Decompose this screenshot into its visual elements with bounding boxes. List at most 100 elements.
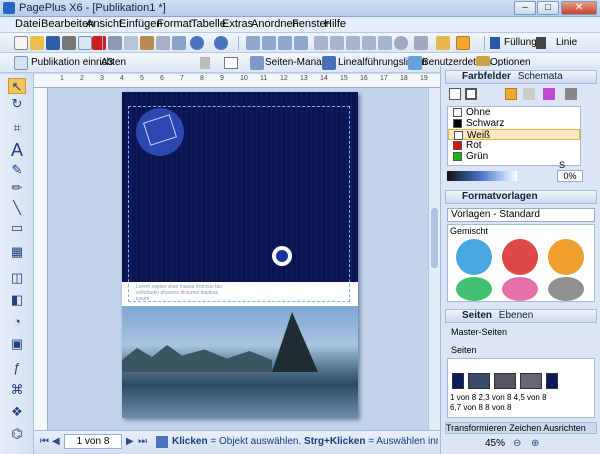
swatch-row[interactable]: Ohne — [448, 107, 580, 118]
line-tool-icon[interactable]: ╲ — [8, 200, 26, 216]
format-painter-icon[interactable] — [156, 36, 170, 50]
gear-style-green[interactable] — [456, 277, 492, 301]
pattern-icon[interactable] — [565, 88, 577, 100]
fill-icon[interactable] — [490, 37, 500, 49]
gear-style-orange[interactable] — [548, 239, 584, 275]
paste-icon[interactable] — [140, 36, 154, 50]
connector-tool-icon[interactable]: ◫ — [8, 270, 26, 286]
landscape-icon[interactable] — [200, 57, 210, 69]
back-one-icon[interactable] — [294, 36, 308, 50]
formula-tool-icon[interactable]: ƒ — [8, 360, 26, 376]
table-tool-icon[interactable]: ▦ — [8, 244, 26, 260]
color-mode-icon[interactable] — [505, 88, 517, 100]
rotate-tool-icon[interactable]: ↻ — [8, 96, 26, 112]
first-page-button[interactable]: ⏮ — [40, 436, 49, 447]
snap-icon[interactable] — [456, 36, 470, 50]
align-top-icon[interactable] — [362, 36, 376, 50]
tab-swatches[interactable]: Farbfelder — [462, 71, 511, 82]
gear-style-gray[interactable] — [548, 277, 584, 301]
user-details-icon[interactable] — [408, 56, 422, 70]
ruler-guides-icon[interactable] — [322, 56, 336, 70]
gear-style-red[interactable] — [502, 239, 538, 275]
line-swatch-icon[interactable] — [465, 88, 477, 100]
master-pages-label[interactable]: Master-Seiten — [451, 327, 507, 337]
save-icon[interactable] — [46, 36, 60, 50]
tab-layers[interactable]: Ebenen — [499, 310, 533, 321]
align-left-icon[interactable] — [314, 36, 328, 50]
cut-icon[interactable] — [108, 36, 122, 50]
tint-input[interactable]: 0% — [557, 170, 583, 182]
arrange-front-icon[interactable] — [246, 36, 260, 50]
undo-icon[interactable] — [190, 36, 204, 50]
zoom-in-icon[interactable]: ⊕ — [531, 438, 539, 449]
gallery-tool-icon[interactable]: ❖ — [8, 404, 26, 420]
pen-tool-icon[interactable]: ✎ — [8, 162, 26, 178]
tab-character[interactable]: Zeichen — [509, 423, 541, 433]
print-icon[interactable] — [62, 36, 76, 50]
zoom-value[interactable]: 45% — [485, 438, 505, 449]
page-thumbnail[interactable] — [494, 373, 516, 389]
redo-icon[interactable] — [214, 36, 228, 50]
minimize-button[interactable]: – — [514, 1, 536, 15]
swatch-row-selected[interactable]: Weiß — [448, 129, 580, 141]
styles-dropdown[interactable]: Vorlagen - Standard — [447, 208, 595, 222]
page-indicator[interactable]: 1 von 8 — [64, 434, 122, 449]
zoom-out-icon[interactable]: ⊖ — [513, 438, 521, 449]
align-right-icon[interactable] — [346, 36, 360, 50]
gear-style-blue[interactable] — [456, 239, 492, 275]
arrange-back-icon[interactable] — [262, 36, 276, 50]
tab-schemes[interactable]: Schemata — [518, 71, 563, 82]
new-icon[interactable] — [14, 36, 28, 50]
page-setup-icon[interactable] — [14, 56, 28, 70]
swatch-row[interactable]: Schwarz — [448, 118, 580, 129]
page-thumbnail[interactable] — [468, 373, 490, 389]
pencil-tool-icon[interactable]: ✏ — [8, 180, 26, 196]
crop-icon[interactable] — [414, 36, 428, 50]
tab-align[interactable]: Ausrichten — [543, 423, 586, 433]
page-thumbnail[interactable] — [520, 373, 542, 389]
scroll-thumb[interactable] — [431, 208, 438, 268]
page-thumbnail[interactable] — [546, 373, 558, 389]
fill-label[interactable]: Füllung — [504, 37, 537, 48]
pointer-tool-icon[interactable]: ↖ — [8, 78, 26, 94]
last-page-button[interactable]: ⏭ — [138, 436, 147, 447]
pages-manager-icon[interactable] — [250, 56, 264, 70]
orientation-dropdown[interactable] — [224, 57, 238, 69]
fill-swatch-icon[interactable] — [449, 88, 461, 100]
gear-style-pink[interactable] — [502, 277, 538, 301]
page-thumbnail[interactable] — [452, 373, 464, 389]
menu-hilfe[interactable]: Hilfe — [321, 18, 349, 30]
tint-strip[interactable] — [447, 171, 517, 181]
rotate-icon[interactable] — [394, 36, 408, 50]
group-icon[interactable] — [378, 36, 392, 50]
gradient-icon[interactable] — [523, 88, 535, 100]
next-page-button[interactable]: ▶ — [126, 436, 134, 447]
prev-page-button[interactable]: ◀ — [52, 436, 60, 447]
print-preview-icon[interactable] — [78, 36, 92, 50]
maximize-button[interactable]: □ — [537, 1, 559, 15]
shape-tool-icon[interactable]: ▭ — [8, 220, 26, 236]
open-icon[interactable] — [30, 36, 44, 50]
line-icon[interactable] — [536, 37, 546, 49]
picture-tool-icon[interactable]: ▣ — [8, 336, 26, 352]
wrap-icon[interactable] — [436, 36, 450, 50]
graphics-tool-icon[interactable]: ⌬ — [8, 426, 26, 442]
crop-tool-icon[interactable]: ⌗ — [8, 120, 26, 136]
swatch-row[interactable]: Rot — [448, 140, 580, 151]
line-label[interactable]: Linie — [556, 37, 577, 48]
pdf-icon[interactable] — [92, 36, 106, 50]
vertical-scrollbar[interactable] — [428, 88, 440, 430]
palette-icon[interactable] — [543, 88, 555, 100]
close-button[interactable]: ✕ — [561, 1, 597, 15]
canvas-area[interactable]: Lorem sapien vitae massa rhoncus fau sol… — [48, 88, 428, 430]
text-tool-icon[interactable]: A — [8, 141, 26, 159]
clipboard-icon[interactable] — [172, 36, 186, 50]
fill-tool-icon[interactable]: ◧ — [8, 292, 26, 308]
forward-one-icon[interactable] — [278, 36, 292, 50]
code-tool-icon[interactable]: ⌘ — [8, 382, 26, 398]
tab-pages[interactable]: Seiten — [462, 310, 492, 321]
align-center-icon[interactable] — [330, 36, 344, 50]
transparency-tool-icon[interactable]: ◔ — [8, 314, 26, 330]
copy-icon[interactable] — [124, 36, 138, 50]
tab-transform[interactable]: Transformieren — [446, 423, 507, 433]
